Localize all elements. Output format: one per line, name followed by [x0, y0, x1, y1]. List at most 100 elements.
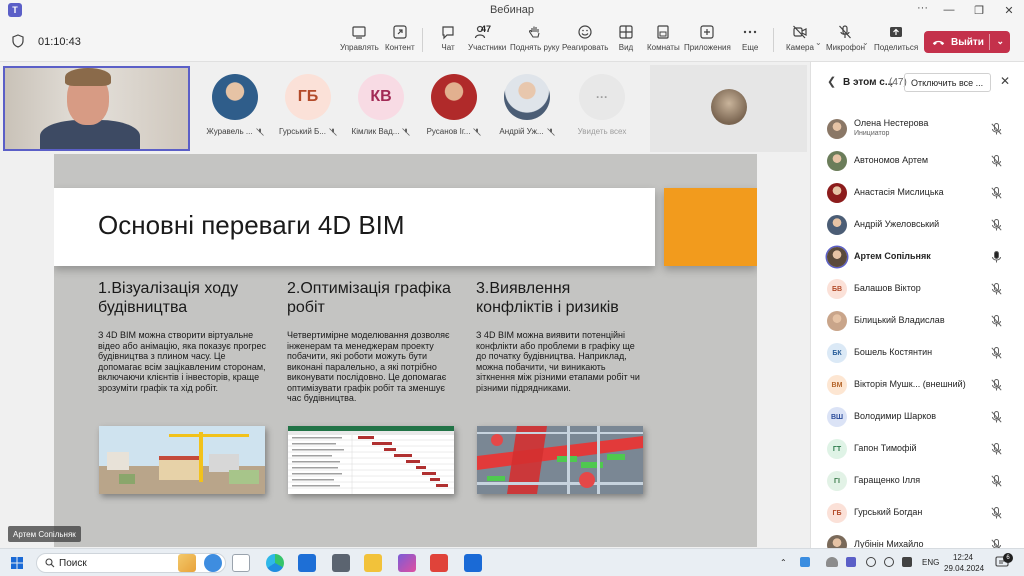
taskbar-search-input[interactable]: Поиск: [36, 553, 226, 573]
rooms-icon: [657, 25, 669, 39]
file-explorer-icon[interactable]: [364, 554, 382, 572]
slide-column-2: 2.Оптимізація графіка робіт Четвертимірн…: [287, 279, 457, 404]
mic-off-icon: [473, 127, 482, 136]
participant-row[interactable]: Лубінін Михайло: [811, 530, 1024, 548]
teams-tray-icon[interactable]: [846, 557, 856, 567]
gallery-participant[interactable]: Журавель ...: [199, 74, 271, 136]
minimize-button[interactable]: —: [934, 0, 964, 20]
participant-name: Гурський Богдан: [854, 507, 923, 517]
participant-row[interactable]: Білицький Владислав: [811, 306, 1024, 338]
participant-row[interactable]: ГТ Гапон Тимофій: [811, 434, 1024, 466]
participant-row[interactable]: Артем Сопільняк: [811, 242, 1024, 274]
mic-off-icon[interactable]: [991, 475, 1002, 487]
mic-button[interactable]: Микрофон: [826, 24, 865, 60]
tray-misc-icon[interactable]: [884, 557, 894, 567]
participant-row[interactable]: ГІ Гаращенко Ілля: [811, 466, 1024, 498]
gallery-participant[interactable]: Русанов Іг...: [418, 74, 490, 136]
participant-row[interactable]: Олена Нестерова Инициатор: [811, 114, 1024, 146]
mail-icon[interactable]: [298, 554, 316, 572]
search-highlight-icon[interactable]: [178, 554, 196, 572]
participant-row[interactable]: ВШ Володимир Шарков: [811, 402, 1024, 434]
close-window-button[interactable]: ✕: [994, 0, 1024, 20]
rooms-button[interactable]: Комнаты: [647, 24, 680, 60]
participants-button[interactable]: 47 Участники: [468, 24, 507, 64]
react-button[interactable]: Реагировать: [562, 24, 608, 60]
participant-photo-avatar: [827, 183, 847, 203]
mic-off-icon[interactable]: [991, 379, 1002, 391]
camera-options-chevron-icon[interactable]: ⌄: [815, 38, 822, 47]
shared-screen-thumbnail[interactable]: [650, 65, 807, 152]
tray-app-icon[interactable]: [800, 557, 810, 567]
mic-off-icon[interactable]: [991, 283, 1002, 295]
onedrive-icon[interactable]: [826, 557, 838, 567]
mic-off-icon[interactable]: [991, 155, 1002, 167]
gallery-participant[interactable]: КВ Кімлик Вад...: [345, 74, 417, 136]
participant-photo-avatar: [827, 151, 847, 171]
shield-icon: [12, 34, 24, 48]
mic-on-icon[interactable]: [991, 251, 1002, 263]
mute-all-button[interactable]: Отключить все ...: [904, 73, 991, 92]
mic-off-icon: [255, 127, 264, 136]
participant-row[interactable]: ГБ Гурський Богдан: [811, 498, 1024, 530]
keyboard-language[interactable]: ENG: [922, 558, 939, 567]
view-button[interactable]: Вид: [618, 24, 634, 60]
mic-off-icon[interactable]: [991, 187, 1002, 199]
edge-browser-icon[interactable]: [266, 554, 284, 572]
speaker-video[interactable]: [3, 66, 190, 151]
participant-row[interactable]: БВ Балашов Віктор: [811, 274, 1024, 306]
notification-count-badge: 6: [1003, 553, 1013, 563]
camera-button[interactable]: Камера: [786, 24, 814, 60]
office-icon[interactable]: [430, 554, 448, 572]
leave-button[interactable]: Выйти ⌄: [924, 31, 1010, 53]
leave-options-chevron-icon[interactable]: ⌄: [996, 36, 1004, 47]
mic-off-icon[interactable]: [991, 123, 1002, 135]
share-button[interactable]: Поделиться: [874, 24, 918, 60]
mic-off-icon[interactable]: [991, 347, 1002, 359]
leave-divider: [989, 34, 990, 50]
participant-row[interactable]: БК Бошель Костянтин: [811, 338, 1024, 370]
participants-panel: ❮ В этом с... (47) Отключить все ... ✕ О…: [810, 62, 1024, 548]
tray-status-icon[interactable]: [866, 557, 876, 567]
tray-hardware-icon[interactable]: [902, 557, 912, 567]
participant-initials-avatar: ВМ: [827, 375, 847, 395]
participant-role: Инициатор: [854, 130, 890, 137]
raise-hand-button[interactable]: Поднять руку: [510, 24, 559, 60]
mic-off-icon[interactable]: [991, 315, 1002, 327]
content-button[interactable]: Контент: [385, 24, 415, 60]
mic-off-icon[interactable]: [991, 219, 1002, 231]
store-icon[interactable]: [332, 554, 350, 572]
photos-icon[interactable]: [464, 554, 482, 572]
taskbar-clock[interactable]: 12:24 29.04.2024: [944, 552, 984, 574]
participant-row[interactable]: Андрій Ужеловський: [811, 210, 1024, 242]
search-icon: [45, 558, 55, 568]
chrome-like-icon[interactable]: [204, 554, 222, 572]
apps-button[interactable]: Приложения: [684, 24, 731, 60]
window-title-bar: T Вебинар ··· — ❐ ✕: [0, 0, 1024, 20]
gallery-participant[interactable]: Андрій Уж...: [491, 74, 563, 136]
window-more-button[interactable]: ···: [917, 2, 928, 14]
tray-chevron-icon[interactable]: ⌃: [780, 558, 787, 567]
gallery-participant[interactable]: ГБ Гурський Б...: [272, 74, 344, 136]
close-panel-icon[interactable]: ✕: [1000, 74, 1010, 88]
manage-button[interactable]: Управлять: [340, 24, 379, 60]
manage-icon: [352, 26, 367, 39]
mic-off-icon[interactable]: [991, 539, 1002, 548]
mic-options-chevron-icon[interactable]: ⌄: [862, 38, 869, 47]
chat-button[interactable]: Чат: [440, 24, 456, 60]
mic-off-icon[interactable]: [991, 443, 1002, 455]
restore-button[interactable]: ❐: [964, 0, 994, 20]
window-title: Вебинар: [489, 4, 535, 16]
task-view-icon[interactable]: [232, 554, 250, 572]
participant-photo-avatar: [212, 74, 258, 120]
mic-off-icon[interactable]: [991, 411, 1002, 423]
chat-label: Чат: [441, 43, 455, 52]
participant-row[interactable]: Автономов Артем: [811, 146, 1024, 178]
participant-row[interactable]: Анастасія Мислицька: [811, 178, 1024, 210]
back-arrow-icon[interactable]: ❮: [827, 75, 836, 88]
mic-off-icon[interactable]: [991, 507, 1002, 519]
participant-row[interactable]: ВМ Вікторія Мушк... (внешний): [811, 370, 1024, 402]
more-button[interactable]: Еще: [742, 24, 758, 60]
windows-start-icon[interactable]: [11, 557, 23, 569]
copilot-icon[interactable]: [398, 554, 416, 572]
see-all-participants-button[interactable]: ··· Увидеть всех: [566, 74, 638, 136]
